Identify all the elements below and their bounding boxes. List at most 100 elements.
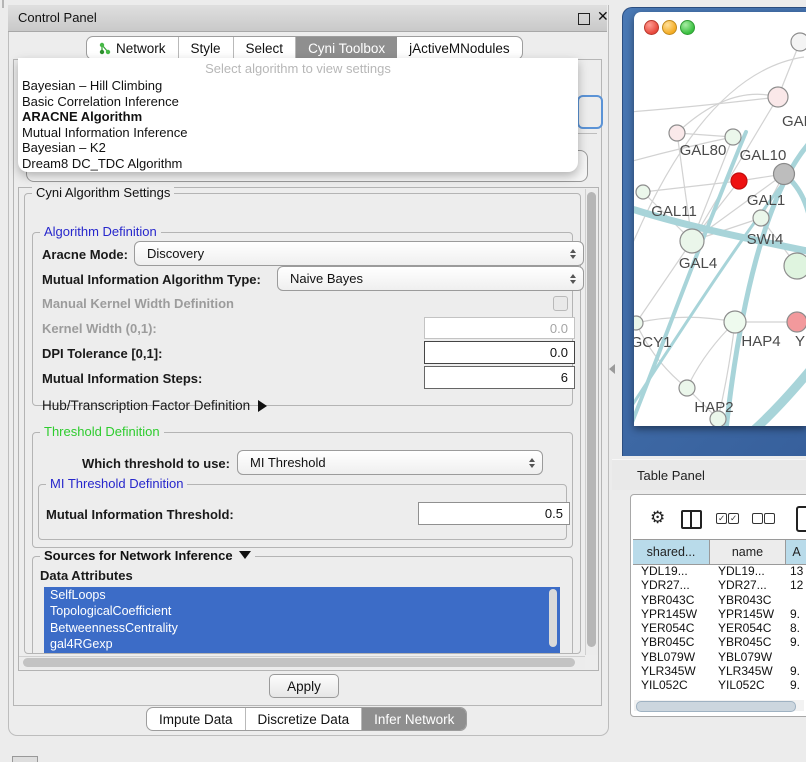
table-panel-titlebar[interactable]: Table Panel <box>612 459 806 490</box>
tab-infer-network[interactable]: Infer Network <box>362 708 466 730</box>
float-window-icon[interactable] <box>578 13 590 25</box>
which-threshold-combo[interactable]: MI Threshold <box>237 450 543 475</box>
table-cell: YIL052C <box>633 678 710 691</box>
deselect-all-checkbox-icon[interactable] <box>752 513 763 524</box>
network-node-hap2[interactable] <box>679 380 695 396</box>
dropdown-option[interactable]: Dream8 DC_TDC Algorithm <box>18 156 578 172</box>
table-cell: YBL079W <box>633 650 710 664</box>
select-all-checkbox-icon[interactable]: ✓ <box>716 513 727 524</box>
dropdown-option[interactable]: Bayesian – K2 <box>18 140 578 156</box>
collapsed-panel-icon[interactable] <box>12 756 38 762</box>
dropdown-option[interactable]: ARACNE Algorithm <box>18 109 578 125</box>
select-all-checkbox-icon[interactable]: ✓ <box>728 513 739 524</box>
attribute-list-item[interactable]: SelfLoops <box>44 587 560 603</box>
aracne-mode-label: Aracne Mode: <box>42 247 128 262</box>
partial-icon[interactable] <box>796 506 806 532</box>
network-node-label: HAP4 <box>741 333 780 350</box>
manual-kernel-label: Manual Kernel Width Definition <box>42 296 234 311</box>
algorithm-dropdown-popup: Select algorithm to view settings Bayesi… <box>18 58 578 172</box>
tab-label: Cyni Toolbox <box>308 41 385 56</box>
table-cell: YDL19... <box>710 564 786 578</box>
list-scrollbar-thumb[interactable] <box>549 589 557 647</box>
table-cell: 8. <box>786 621 806 635</box>
network-node-label: GCY1 <box>634 334 671 351</box>
table-horizontal-scrollbar[interactable] <box>634 700 804 711</box>
tab-impute-data[interactable]: Impute Data <box>147 708 246 730</box>
apply-button[interactable]: Apply <box>269 674 339 698</box>
tab-jactivemnodules[interactable]: jActiveMNodules <box>397 37 522 59</box>
hub-section-label: Hub/Transcription Factor Definition <box>42 398 250 413</box>
tab-style[interactable]: Style <box>179 37 234 59</box>
network-node-pink2[interactable] <box>768 87 788 107</box>
mi-type-combo[interactable]: Naive Bayes <box>277 266 584 291</box>
column-header-name[interactable]: name <box>710 540 786 564</box>
network-node-label: GAL1 <box>747 192 785 209</box>
table-row[interactable]: YDR27...YDR27...12 <box>633 578 806 592</box>
data-attributes-list[interactable]: SelfLoopsTopologicalCoefficientBetweenne… <box>44 587 560 653</box>
table-header-row: shared...nameA <box>633 539 806 565</box>
network-node-top[interactable] <box>791 33 806 51</box>
table-row[interactable]: YLR345WYLR345W9. <box>633 664 806 678</box>
network-node-gal11[interactable] <box>636 185 650 199</box>
split-columns-icon[interactable] <box>681 510 702 529</box>
network-view-window[interactable]: GALGAL80GAL10GAL11GAL1GAL4SWI4GCY1HAP4YH… <box>634 12 806 426</box>
table-row[interactable]: YER054CYER054C8. <box>633 621 806 635</box>
settings-horizontal-scrollbar[interactable] <box>19 656 585 669</box>
deselect-all-checkbox-icon[interactable] <box>764 513 775 524</box>
dropdown-option[interactable]: Basic Correlation Inference <box>18 94 578 110</box>
network-node-bottom[interactable] <box>710 411 726 426</box>
close-icon[interactable]: ✕ <box>597 8 609 25</box>
network-node-swi4[interactable] <box>784 253 806 279</box>
network-node-gal80[interactable] <box>669 125 685 141</box>
network-node-red[interactable] <box>731 173 747 189</box>
tab-select[interactable]: Select <box>234 37 297 59</box>
stepper-icon <box>570 242 576 265</box>
dpi-tolerance-label: DPI Tolerance [0,1]: <box>42 346 162 361</box>
tab-cyni-toolbox[interactable]: Cyni Toolbox <box>296 37 397 59</box>
network-node-gal1[interactable] <box>753 210 769 226</box>
attribute-list-item[interactable]: gal4RGexp <box>44 636 560 652</box>
mi-threshold-field[interactable]: 0.5 <box>418 502 570 525</box>
dpi-tolerance-field[interactable]: 0.0 <box>424 341 575 364</box>
tab-label: Style <box>191 41 221 56</box>
manual-kernel-checkbox[interactable] <box>553 296 568 311</box>
column-header-shared[interactable]: shared... <box>633 540 710 564</box>
table-row[interactable]: YPR145WYPR145W9. <box>633 607 806 621</box>
hub-section-toggle[interactable]: Hub/Transcription Factor Definition <box>42 398 267 413</box>
dropdown-option[interactable]: Bayesian – Hill Climbing <box>18 78 578 94</box>
network-node-gal4[interactable] <box>680 229 704 253</box>
network-node-salmon[interactable] <box>787 312 806 332</box>
table-row[interactable]: YIL052CYIL052C9. <box>633 678 806 691</box>
settings-vertical-scrollbar[interactable] <box>585 189 598 655</box>
network-node-label: GAL4 <box>679 255 717 272</box>
table-row[interactable]: YBR043CYBR043C <box>633 593 806 607</box>
network-node-gal10[interactable] <box>725 129 741 145</box>
table-row[interactable]: YBL079WYBL079W <box>633 650 806 664</box>
aracne-mode-combo[interactable]: Discovery <box>134 241 584 266</box>
attribute-list-item[interactable]: TopologicalCoefficient <box>44 603 560 619</box>
sources-group-title[interactable]: Sources for Network Inference <box>40 549 255 563</box>
network-edge <box>636 241 692 323</box>
network-canvas[interactable]: GALGAL80GAL10GAL11GAL1GAL4SWI4GCY1HAP4YH… <box>634 12 806 426</box>
dropdown-option[interactable]: Mutual Information Inference <box>18 125 578 141</box>
gear-icon[interactable]: ⚙ <box>650 509 665 526</box>
algorithm-combo-stepper[interactable] <box>577 95 603 129</box>
tab-network[interactable]: Network <box>87 37 179 59</box>
vertical-scrollbar-thumb[interactable] <box>587 192 596 647</box>
control-panel-titlebar[interactable]: Control Panel ✕ <box>8 5 607 32</box>
network-node-gcy1[interactable] <box>634 316 643 330</box>
mi-threshold-label: Mutual Information Threshold: <box>46 507 234 522</box>
table-scrollbar-thumb[interactable] <box>636 701 796 712</box>
network-node-hap4[interactable] <box>724 311 746 333</box>
table-row[interactable]: YBR045CYBR045C9. <box>633 635 806 649</box>
attribute-list-item[interactable]: BetweennessCentrality <box>44 620 560 636</box>
horizontal-scrollbar-thumb[interactable] <box>23 658 575 667</box>
table-row[interactable]: YDL19...YDL19...13 <box>633 564 806 578</box>
mi-steps-field[interactable]: 6 <box>424 366 575 389</box>
column-header-a[interactable]: A <box>786 540 806 564</box>
splitter-handle-icon[interactable] <box>609 364 615 374</box>
network-node-label: GAL11 <box>651 203 697 220</box>
kernel-width-field[interactable]: 0.0 <box>424 317 575 339</box>
network-node-gray[interactable] <box>774 164 795 185</box>
tab-discretize-data[interactable]: Discretize Data <box>246 708 363 730</box>
